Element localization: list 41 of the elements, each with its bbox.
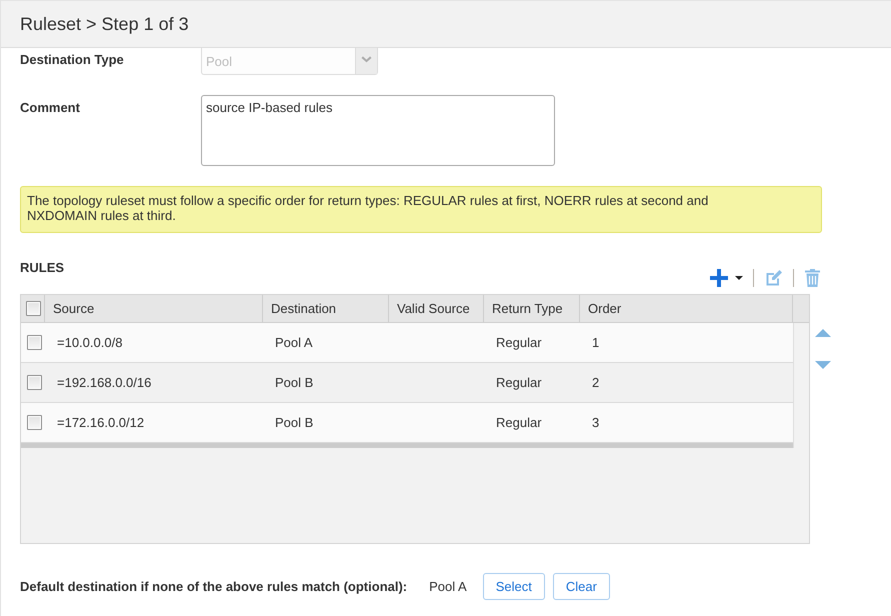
select-all-checkbox[interactable] xyxy=(26,301,41,316)
field-label: Default destination if none of the above rules match (optional): xyxy=(20,579,408,594)
table-cell: Pool B xyxy=(275,375,314,390)
table-cell: 3 xyxy=(592,415,600,430)
trash-icon xyxy=(805,269,820,287)
table-cell: Regular xyxy=(496,375,542,390)
page-title: Ruleset > Step 1 of 3 xyxy=(20,13,189,35)
table-cell: Regular xyxy=(496,415,542,430)
column-header[interactable]: Valid Source xyxy=(389,295,484,322)
triangle-down-icon xyxy=(815,361,831,369)
comment-field[interactable]: source IP-based rules xyxy=(201,95,555,166)
table-cell: 2 xyxy=(592,375,600,390)
row-checkbox[interactable] xyxy=(26,335,42,350)
notice-message: The topology ruleset must follow a specific order for return types: REGULAR rules at first, NOERR rules at second and NXDOMAIN rules at third. xyxy=(20,186,822,233)
table-cell: =172.16.0.0/12 xyxy=(57,415,144,430)
horizontal-scrollbar[interactable] xyxy=(21,443,793,448)
column-header[interactable]: Order xyxy=(580,295,793,322)
field-label: Comment xyxy=(20,99,81,115)
clear-button[interactable]: Clear xyxy=(552,573,610,600)
select-button[interactable]: Select xyxy=(482,573,545,600)
table-cell: =192.168.0.0/16 xyxy=(57,375,152,390)
column-header[interactable]: Return Type xyxy=(484,295,580,322)
table-cell: 1 xyxy=(592,335,600,350)
column-header[interactable]: Source xyxy=(45,295,263,322)
row-checkbox[interactable] xyxy=(26,415,42,430)
triangle-up-icon xyxy=(815,329,831,337)
table-cell: Pool B xyxy=(275,415,314,430)
field-label: Destination Type xyxy=(20,51,125,67)
table-row[interactable]: =172.16.0.0/12 Pool B Regular 3 xyxy=(21,403,793,443)
edit-icon xyxy=(765,269,783,287)
table-cell: Pool A xyxy=(275,335,313,350)
plus-icon xyxy=(710,269,728,287)
caret-down-icon xyxy=(735,276,743,280)
default-destination-value: Pool A xyxy=(429,579,467,594)
table-row[interactable]: =10.0.0.0/8 Pool A Regular 1 xyxy=(21,323,793,363)
row-checkbox[interactable] xyxy=(26,375,42,390)
table-cell: Regular xyxy=(496,335,542,350)
table-cell: =10.0.0.0/8 xyxy=(57,335,122,350)
section-title: RULES xyxy=(20,259,64,277)
add-button[interactable] xyxy=(710,269,743,287)
column-header[interactable]: Destination xyxy=(263,295,389,322)
